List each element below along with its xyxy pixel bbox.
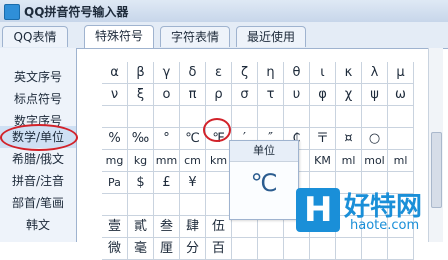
symbol-cell[interactable]: [128, 106, 154, 128]
symbol-cell[interactable]: mol: [362, 150, 388, 172]
tab-bar: QQ表情 特殊符号 字符表情 最近使用: [0, 22, 448, 49]
symbol-cell[interactable]: ω: [388, 84, 414, 106]
symbol-cell[interactable]: Pa: [102, 172, 128, 194]
symbol-cell[interactable]: [388, 128, 414, 150]
symbol-cell[interactable]: 分: [180, 238, 206, 260]
symbol-cell[interactable]: KM: [310, 150, 336, 172]
symbol-cell[interactable]: 〒: [310, 128, 336, 150]
watermark-url: haote.com: [350, 218, 420, 233]
grid-top-margin: [100, 54, 428, 62]
symbol-cell[interactable]: $: [128, 172, 154, 194]
symbol-cell[interactable]: ε: [206, 62, 232, 84]
symbol-cell[interactable]: 微: [102, 238, 128, 260]
symbol-cell[interactable]: [284, 106, 310, 128]
symbol-cell[interactable]: [232, 238, 258, 260]
sidebar-item-korean[interactable]: 韩文: [0, 214, 76, 236]
symbol-cell[interactable]: 毫: [128, 238, 154, 260]
symbol-cell[interactable]: [258, 106, 284, 128]
symbol-cell[interactable]: [180, 194, 206, 216]
symbol-cell[interactable]: [336, 106, 362, 128]
symbol-cell[interactable]: ‰: [128, 128, 154, 150]
symbol-cell[interactable]: [102, 106, 128, 128]
symbol-cell[interactable]: [362, 106, 388, 128]
symbol-cell[interactable]: 厘: [154, 238, 180, 260]
symbol-cell[interactable]: σ: [232, 84, 258, 106]
symbol-cell[interactable]: μ: [388, 62, 414, 84]
symbol-cell[interactable]: [102, 194, 128, 216]
symbol-cell[interactable]: ml: [388, 150, 414, 172]
symbol-highlight-ring: [203, 118, 231, 142]
sidebar-item-punctuation[interactable]: 标点符号: [0, 88, 76, 110]
symbol-cell[interactable]: η: [258, 62, 284, 84]
symbol-cell[interactable]: ○: [362, 128, 388, 150]
symbol-cell[interactable]: [154, 194, 180, 216]
symbol-cell[interactable]: ν: [102, 84, 128, 106]
symbol-cell[interactable]: [310, 106, 336, 128]
symbol-cell[interactable]: λ: [362, 62, 388, 84]
symbol-cell[interactable]: θ: [284, 62, 310, 84]
symbol-cell[interactable]: [154, 106, 180, 128]
symbol-cell[interactable]: φ: [310, 84, 336, 106]
tooltip-title: 单位: [230, 141, 298, 162]
symbol-cell[interactable]: υ: [284, 84, 310, 106]
tab-qq-emoji[interactable]: QQ表情: [2, 26, 68, 47]
sidebar-item-pinyin-zhuyin[interactable]: 拼音/注音: [0, 170, 76, 192]
tooltip-symbol: ℃: [250, 169, 278, 197]
symbol-cell[interactable]: ζ: [232, 62, 258, 84]
site-watermark: H 好特网 haote.com: [296, 184, 448, 242]
sidebar-item-english-ordinals[interactable]: 英文序号: [0, 66, 76, 88]
tab-char-emoticons[interactable]: 字符表情: [160, 26, 230, 47]
symbol-cell[interactable]: mm: [154, 150, 180, 172]
symbol-cell[interactable]: ξ: [128, 84, 154, 106]
tab-recent[interactable]: 最近使用: [236, 26, 306, 47]
sidebar-item-math-units[interactable]: 数学/单位: [0, 126, 76, 148]
symbol-cell[interactable]: kg: [128, 150, 154, 172]
symbol-cell[interactable]: δ: [180, 62, 206, 84]
symbol-cell[interactable]: ι: [310, 62, 336, 84]
symbol-cell[interactable]: 貳: [128, 216, 154, 238]
symbol-preview-tooltip: 单位 ℃: [229, 140, 299, 220]
symbol-cell[interactable]: 肆: [180, 216, 206, 238]
symbol-cell[interactable]: £: [154, 172, 180, 194]
symbol-cell[interactable]: ψ: [362, 84, 388, 106]
symbol-cell[interactable]: ¤: [336, 128, 362, 150]
title-bar[interactable]: QQ拼音符号输入器: [0, 0, 448, 23]
symbol-cell[interactable]: %: [102, 128, 128, 150]
symbol-cell[interactable]: ο: [154, 84, 180, 106]
symbol-cell[interactable]: 百: [206, 238, 232, 260]
symbol-cell[interactable]: α: [102, 62, 128, 84]
symbol-cell[interactable]: [258, 238, 284, 260]
tab-special-symbols[interactable]: 特殊符号: [84, 25, 154, 48]
app-icon: [4, 4, 20, 20]
symbol-cell[interactable]: [128, 194, 154, 216]
category-sidebar: 英文序号 标点符号 数字序号 数学/单位 希腊/俄文 拼音/注音 部首/笔画 韩…: [0, 48, 77, 242]
watermark-logo: H: [296, 188, 340, 232]
symbol-cell[interactable]: π: [180, 84, 206, 106]
symbol-cell[interactable]: mg: [102, 150, 128, 172]
symbol-cell[interactable]: 壹: [102, 216, 128, 238]
symbol-cell[interactable]: [388, 106, 414, 128]
symbol-cell[interactable]: χ: [336, 84, 362, 106]
sidebar-item-greek-russian[interactable]: 希腊/俄文: [0, 148, 76, 170]
symbol-cell[interactable]: ml: [336, 150, 362, 172]
symbol-cell[interactable]: ρ: [206, 84, 232, 106]
symbol-cell[interactable]: κ: [336, 62, 362, 84]
symbol-cell[interactable]: °: [154, 128, 180, 150]
symbol-cell[interactable]: β: [128, 62, 154, 84]
symbol-cell[interactable]: 叁: [154, 216, 180, 238]
symbol-cell[interactable]: τ: [258, 84, 284, 106]
symbol-cell[interactable]: cm: [180, 150, 206, 172]
window-title: QQ拼音符号输入器: [24, 5, 129, 19]
symbol-cell[interactable]: [232, 106, 258, 128]
symbol-cell[interactable]: ¥: [180, 172, 206, 194]
sidebar-item-radicals-strokes[interactable]: 部首/笔画: [0, 192, 76, 214]
symbol-cell[interactable]: [180, 106, 206, 128]
symbol-cell[interactable]: γ: [154, 62, 180, 84]
